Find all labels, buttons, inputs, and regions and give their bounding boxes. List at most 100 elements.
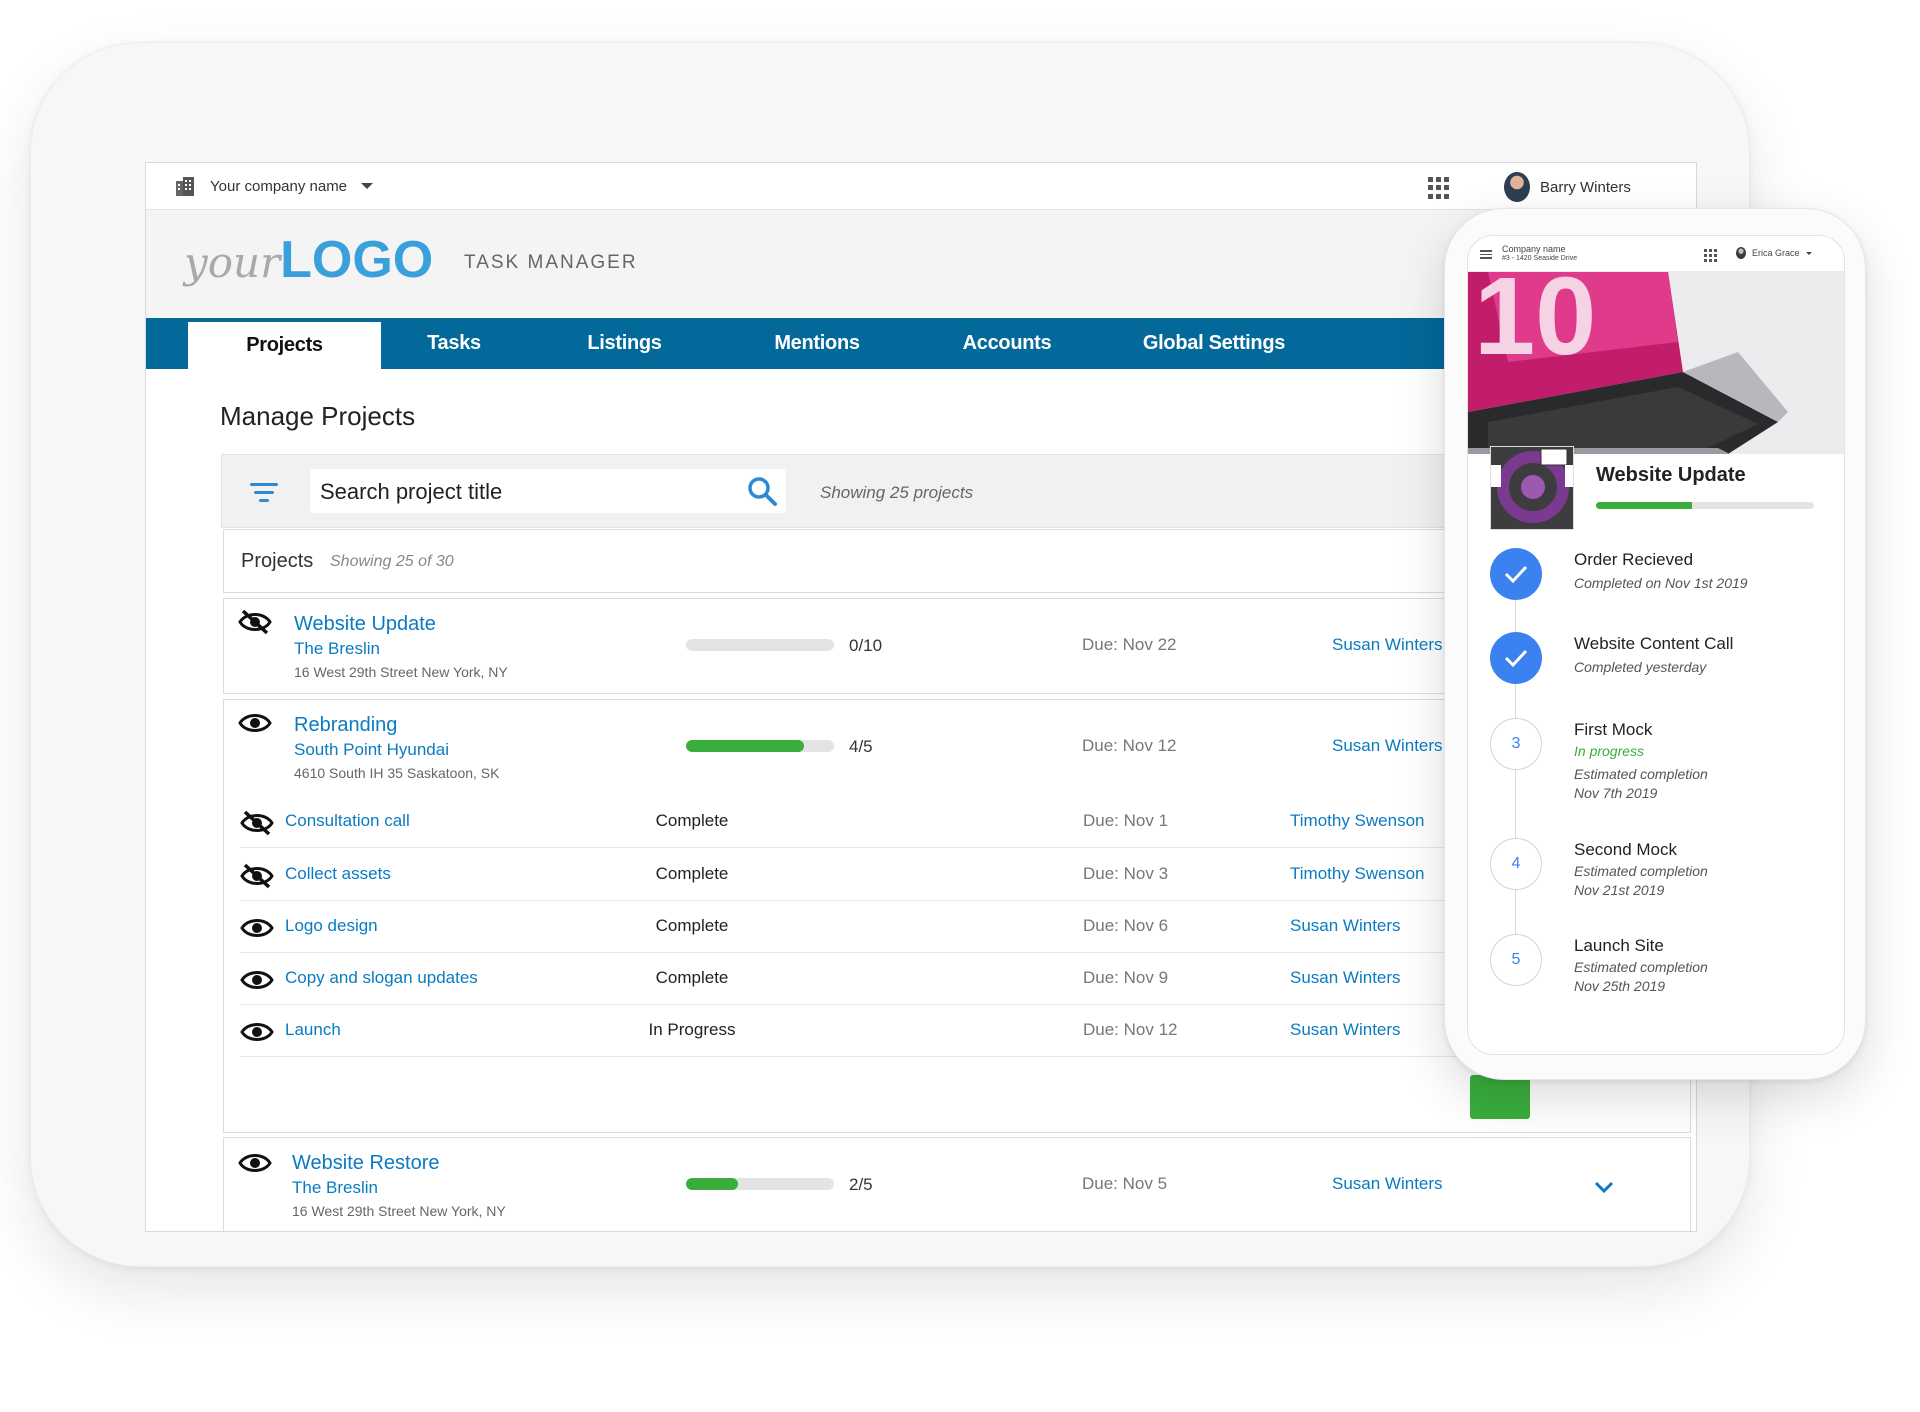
mobile-company-address: #3 - 1420 Seaside Drive bbox=[1502, 255, 1578, 262]
chevron-down-icon[interactable] bbox=[1594, 1180, 1614, 1194]
logo: your LOGO bbox=[184, 230, 433, 290]
building-icon bbox=[176, 177, 194, 196]
mobile-top-bar: Company name #3 - 1420 Seaside Drive Eri… bbox=[1468, 236, 1844, 272]
progress-fill bbox=[686, 1178, 738, 1190]
task-status: Complete bbox=[655, 968, 729, 987]
tab-global-settings[interactable]: Global Settings bbox=[1102, 318, 1326, 369]
mobile-company-name: Company name bbox=[1502, 244, 1566, 254]
tab-listings[interactable]: Listings bbox=[527, 318, 722, 369]
tab-projects[interactable]: Projects bbox=[188, 322, 381, 369]
eye-off-icon[interactable] bbox=[240, 810, 274, 836]
logo-your: your bbox=[184, 238, 281, 287]
search-icon[interactable] bbox=[746, 475, 778, 507]
due-date: Due: Nov 22 bbox=[1082, 635, 1177, 654]
step-date: Nov 7th 2019 bbox=[1574, 785, 1658, 801]
assignee[interactable]: Susan Winters bbox=[1332, 736, 1443, 756]
project-client[interactable]: The Breslin bbox=[294, 639, 380, 659]
eye-off-icon[interactable] bbox=[240, 863, 274, 889]
hero-text: 10 bbox=[1474, 272, 1596, 378]
search-input[interactable]: Search project title bbox=[310, 469, 786, 513]
assignee[interactable]: Susan Winters bbox=[1332, 635, 1443, 655]
assignee[interactable]: Susan Winters bbox=[1290, 968, 1401, 988]
step-number: 5 bbox=[1490, 934, 1542, 986]
task-status: Complete bbox=[655, 811, 729, 830]
eye-icon[interactable] bbox=[240, 967, 274, 993]
progress-fill bbox=[686, 740, 805, 752]
task-name[interactable]: Copy and slogan updates bbox=[285, 968, 478, 988]
assignee[interactable]: Susan Winters bbox=[1290, 1020, 1401, 1040]
eye-icon[interactable] bbox=[238, 710, 272, 736]
projects-title: Projects bbox=[241, 550, 314, 572]
task-name[interactable]: Launch bbox=[285, 1020, 341, 1040]
step-date: Nov 25th 2019 bbox=[1574, 978, 1666, 994]
project-row[interactable]: Website Restore The Breslin 16 West 29th… bbox=[223, 1137, 1691, 1231]
step-detail: Completed on Nov 1st 2019 bbox=[1574, 575, 1748, 591]
assignee[interactable]: Susan Winters bbox=[1332, 1174, 1443, 1194]
eye-icon[interactable] bbox=[240, 915, 274, 941]
step-number: 3 bbox=[1490, 718, 1542, 770]
avatar bbox=[1504, 172, 1530, 202]
due-date: Due: Nov 6 bbox=[1083, 916, 1169, 935]
step-detail: Estimated completion bbox=[1574, 766, 1708, 782]
step-title: Launch Site bbox=[1574, 936, 1664, 955]
eye-icon[interactable] bbox=[240, 1019, 274, 1045]
mobile-app: Company name #3 - 1420 Seaside Drive Eri… bbox=[1467, 235, 1845, 1055]
company-name: Your company name bbox=[210, 177, 348, 195]
task-status: In Progress bbox=[648, 1020, 736, 1039]
progress-bar bbox=[686, 639, 834, 651]
add-task-button[interactable] bbox=[1470, 1075, 1530, 1119]
step-complete-marker bbox=[1490, 548, 1542, 600]
mobile-company-switcher[interactable]: Company name #3 - 1420 Seaside Drive bbox=[1502, 244, 1577, 264]
step-title: Website Content Call bbox=[1574, 634, 1734, 653]
due-date: Due: Nov 1 bbox=[1083, 811, 1169, 830]
user-menu[interactable]: Barry Winters bbox=[1504, 172, 1631, 202]
step-number: 4 bbox=[1490, 838, 1542, 890]
eye-off-icon[interactable] bbox=[238, 609, 272, 635]
caret-down-icon bbox=[1805, 251, 1812, 255]
step-detail: Estimated completion bbox=[1574, 959, 1708, 975]
task-status: Complete bbox=[655, 916, 729, 935]
menu-icon[interactable] bbox=[1480, 250, 1492, 261]
project-client[interactable]: The Breslin bbox=[292, 1178, 378, 1198]
due-date: Due: Nov 12 bbox=[1083, 1020, 1178, 1039]
assignee[interactable]: Timothy Swenson bbox=[1290, 811, 1424, 831]
progress-count: 0/10 bbox=[849, 636, 883, 655]
step-complete-marker bbox=[1490, 632, 1542, 684]
company-switcher[interactable]: Your company name bbox=[174, 175, 374, 197]
project-address: 16 West 29th Street New York, NY bbox=[292, 1203, 506, 1219]
eye-icon[interactable] bbox=[238, 1150, 272, 1176]
step-date: Nov 21st 2019 bbox=[1574, 882, 1665, 898]
mobile-user-name: Erica Grace bbox=[1752, 248, 1800, 258]
apps-grid-icon[interactable] bbox=[1704, 249, 1717, 262]
project-title[interactable]: Website Update bbox=[294, 613, 436, 636]
tab-tasks[interactable]: Tasks bbox=[381, 318, 527, 369]
assignee[interactable]: Timothy Swenson bbox=[1290, 864, 1424, 884]
assignee[interactable]: Susan Winters bbox=[1290, 916, 1401, 936]
task-status: Complete bbox=[655, 864, 729, 883]
project-title[interactable]: Website Restore bbox=[292, 1152, 439, 1175]
mobile-user-menu[interactable]: Erica Grace bbox=[1736, 247, 1812, 259]
apps-grid-icon[interactable] bbox=[1428, 177, 1450, 199]
due-date: Due: Nov 12 bbox=[1082, 736, 1177, 755]
task-name[interactable]: Consultation call bbox=[285, 811, 410, 831]
project-title[interactable]: Rebranding bbox=[294, 714, 397, 737]
task-name[interactable]: Logo design bbox=[285, 916, 378, 936]
user-name: Barry Winters bbox=[1540, 178, 1631, 196]
step-title: Second Mock bbox=[1574, 840, 1677, 859]
page-title: Manage Projects bbox=[220, 401, 416, 431]
project-client[interactable]: South Point Hyundai bbox=[294, 740, 449, 760]
card-progress-fill bbox=[1596, 502, 1692, 509]
due-date: Due: Nov 5 bbox=[1082, 1174, 1168, 1193]
task-name[interactable]: Collect assets bbox=[285, 864, 391, 884]
progress-count: 4/5 bbox=[849, 737, 873, 756]
app-name: TASK MANAGER bbox=[464, 252, 638, 273]
filter-icon[interactable] bbox=[250, 483, 278, 507]
due-date: Due: Nov 9 bbox=[1083, 968, 1169, 987]
tab-mentions[interactable]: Mentions bbox=[722, 318, 912, 369]
project-thumbnail bbox=[1490, 446, 1574, 530]
tab-accounts[interactable]: Accounts bbox=[912, 318, 1102, 369]
logo-main: LOGO bbox=[280, 231, 434, 289]
project-address: 16 West 29th Street New York, NY bbox=[294, 664, 508, 680]
avatar bbox=[1736, 247, 1746, 259]
progress-bar bbox=[686, 740, 834, 752]
